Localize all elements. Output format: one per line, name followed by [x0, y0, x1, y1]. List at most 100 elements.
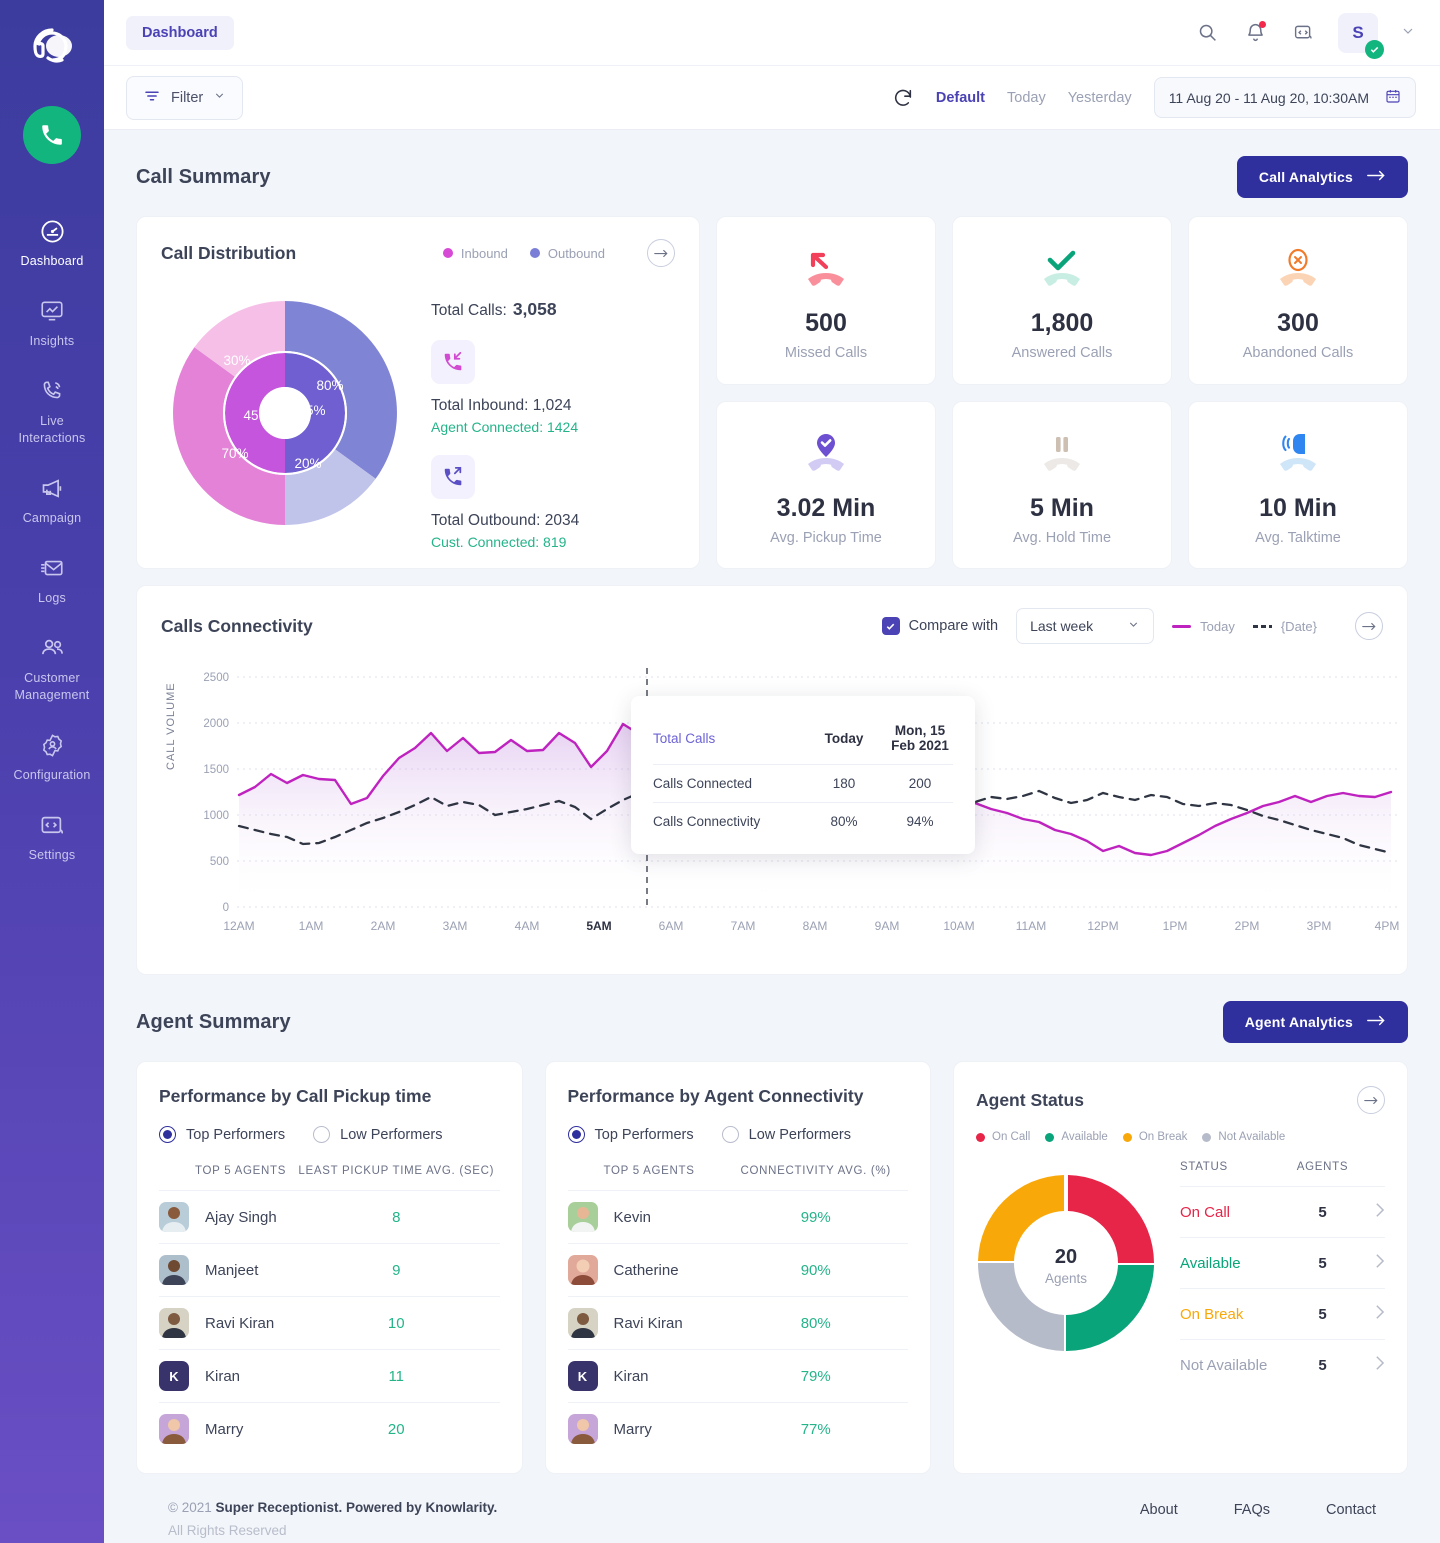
- svg-text:500: 500: [210, 856, 229, 868]
- agent-analytics-button[interactable]: Agent Analytics: [1222, 1001, 1408, 1043]
- calendar-icon: [1385, 88, 1401, 107]
- performance-pickup-options: Top Performers Low Performers: [159, 1126, 500, 1143]
- sidebar-item-insights[interactable]: Insights: [0, 284, 104, 364]
- kpi-avg-talktime[interactable]: 10 Min Avg. Talktime: [1188, 400, 1408, 569]
- kpi-label: Missed Calls: [784, 345, 868, 362]
- table-row[interactable]: On Call 5: [1180, 1186, 1385, 1238]
- kpi-avg-hold-time[interactable]: 5 Min Avg. Hold Time: [952, 400, 1172, 569]
- kpi-value: 500: [805, 309, 847, 338]
- page-title-chip[interactable]: Dashboard: [126, 15, 234, 50]
- radio-low-performers[interactable]: Low Performers: [313, 1126, 442, 1143]
- sidebar-item-customer-management[interactable]: Customer Management: [0, 621, 104, 718]
- footer-link-contact[interactable]: Contact: [1326, 1502, 1376, 1518]
- table-row[interactable]: Marry 20: [159, 1402, 500, 1455]
- avatar: [567, 1202, 598, 1232]
- agent-metric: 79%: [723, 1349, 908, 1403]
- column-agents: TOP 5 AGENTS: [195, 1165, 287, 1177]
- preset-yesterday[interactable]: Yesterday: [1068, 90, 1132, 106]
- legend-dot: [442, 248, 453, 258]
- svg-text:2500: 2500: [203, 672, 229, 684]
- kpi-avg-pickup-time[interactable]: 3.02 Min Avg. Pickup Time: [716, 400, 936, 569]
- agent-status-body: 20 Agents STATUS AGENTS On Call 5 Availa…: [976, 1161, 1385, 1390]
- compare-period-select[interactable]: Last week: [1016, 608, 1155, 644]
- svg-text:3PM: 3PM: [1307, 919, 1332, 933]
- filter-icon: [143, 87, 161, 109]
- sidebar-nav: Dashboard Insights Live Interactions Cam…: [0, 204, 104, 878]
- arrow-right-circle-icon[interactable]: [1357, 1086, 1385, 1114]
- legend-on-break: On Break: [1122, 1131, 1187, 1143]
- radio-top-performers[interactable]: Top Performers: [159, 1126, 285, 1143]
- chevron-right-icon[interactable]: [1355, 1288, 1385, 1340]
- chevron-right-icon[interactable]: [1355, 1237, 1385, 1289]
- table-row[interactable]: Available 5: [1180, 1237, 1385, 1289]
- bell-icon[interactable]: [1242, 20, 1268, 46]
- performance-connectivity-options: Top Performers Low Performers: [567, 1126, 909, 1143]
- table-header-row: TOP 5 AGENTS LEAST PICKUP TIME AVG. (SEC…: [159, 1165, 500, 1191]
- status-label: Not Available: [1180, 1339, 1291, 1390]
- code-wrench-icon: [39, 810, 66, 840]
- table-row[interactable]: Ravi Kiran 80%: [567, 1296, 908, 1350]
- chevron-right-icon[interactable]: [1355, 1186, 1385, 1238]
- call-distribution-legend: Inbound Outbound: [442, 239, 675, 267]
- phone-icon[interactable]: [23, 106, 81, 164]
- column-status: STATUS: [1180, 1161, 1228, 1173]
- kpi-abandoned-calls[interactable]: 300 Abandoned Calls: [1188, 216, 1408, 385]
- sidebar-item-dashboard[interactable]: Dashboard: [0, 204, 104, 284]
- table-row[interactable]: Manjeet 9: [159, 1243, 500, 1297]
- chevron-right-icon[interactable]: [1355, 1339, 1385, 1390]
- sidebar-item-logs[interactable]: Logs: [0, 541, 104, 621]
- refresh-icon[interactable]: [892, 87, 914, 109]
- main-area: Dashboard S Filter Default Today Yesterd…: [104, 0, 1440, 1543]
- sidebar-item-campaign[interactable]: Campaign: [0, 461, 104, 541]
- table-row[interactable]: Catherine 90%: [567, 1243, 908, 1297]
- headset-logo-icon: [24, 22, 80, 78]
- preset-default[interactable]: Default: [936, 90, 985, 106]
- avatar: [159, 1202, 189, 1232]
- code-badge-icon[interactable]: [1290, 20, 1316, 46]
- table-row[interactable]: On Break 5: [1180, 1288, 1385, 1340]
- call-analytics-button[interactable]: Call Analytics: [1236, 156, 1408, 198]
- agent-status-header: Agent Status: [976, 1086, 1385, 1114]
- inbound-connected: Agent Connected: 1424: [431, 419, 579, 435]
- svg-text:45%: 45%: [243, 408, 270, 423]
- svg-text:1PM: 1PM: [1163, 919, 1188, 933]
- sidebar-item-settings[interactable]: Settings: [0, 798, 104, 878]
- inbound-total: Total Inbound: 1,024: [431, 397, 572, 414]
- topbar: Dashboard S: [104, 0, 1440, 66]
- arrow-right-circle-icon[interactable]: [1355, 612, 1383, 640]
- table-row[interactable]: Ravi Kiran 10: [159, 1296, 500, 1350]
- kpi-missed-calls[interactable]: 500 Missed Calls: [716, 216, 936, 385]
- legend-not-available: Not Available: [1202, 1131, 1285, 1143]
- footer-link-about[interactable]: About: [1140, 1502, 1178, 1518]
- tooltip-today-value: 80%: [830, 814, 858, 829]
- compare-with-checkbox[interactable]: Compare with: [881, 617, 998, 635]
- arrow-right-icon: [1367, 1014, 1386, 1030]
- search-icon[interactable]: [1194, 20, 1220, 46]
- topbar-actions: S: [1194, 12, 1416, 59]
- table-row[interactable]: K Kiran 11: [159, 1349, 500, 1403]
- outbound-connected: Cust. Connected: 819: [431, 534, 567, 550]
- date-range-picker[interactable]: 11 Aug 20 - 11 Aug 20, 10:30AM: [1153, 77, 1416, 118]
- avatar: [159, 1414, 189, 1444]
- filter-button[interactable]: Filter: [126, 75, 244, 120]
- arrow-right-circle-icon[interactable]: [647, 239, 675, 267]
- table-row[interactable]: Ajay Singh 8: [159, 1190, 500, 1244]
- status-label: On Call: [1180, 1186, 1291, 1238]
- chevron-down-icon[interactable]: [1400, 23, 1416, 42]
- footer-link-faqs[interactable]: FAQs: [1234, 1502, 1270, 1518]
- avatar: [159, 1255, 189, 1285]
- avatar[interactable]: S: [1338, 12, 1384, 59]
- radio-top-performers[interactable]: Top Performers: [567, 1126, 694, 1143]
- compare-period-value: Last week: [1030, 618, 1094, 634]
- sidebar-item-live-interactions[interactable]: Live Interactions: [0, 364, 104, 461]
- kpi-label: Abandoned Calls: [1242, 345, 1354, 362]
- sidebar-item-configuration[interactable]: Configuration: [0, 718, 104, 798]
- table-row[interactable]: Kevin 99%: [567, 1190, 908, 1244]
- radio-low-performers[interactable]: Low Performers: [721, 1126, 851, 1143]
- table-row[interactable]: Not Available 5: [1180, 1339, 1385, 1390]
- performance-connectivity-card: Performance by Agent Connectivity Top Pe…: [544, 1061, 931, 1474]
- table-row[interactable]: K Kiran 79%: [567, 1349, 908, 1403]
- preset-today[interactable]: Today: [1007, 90, 1046, 106]
- table-row[interactable]: Marry 77%: [567, 1402, 908, 1455]
- kpi-answered-calls[interactable]: 1,800 Answered Calls: [952, 216, 1172, 385]
